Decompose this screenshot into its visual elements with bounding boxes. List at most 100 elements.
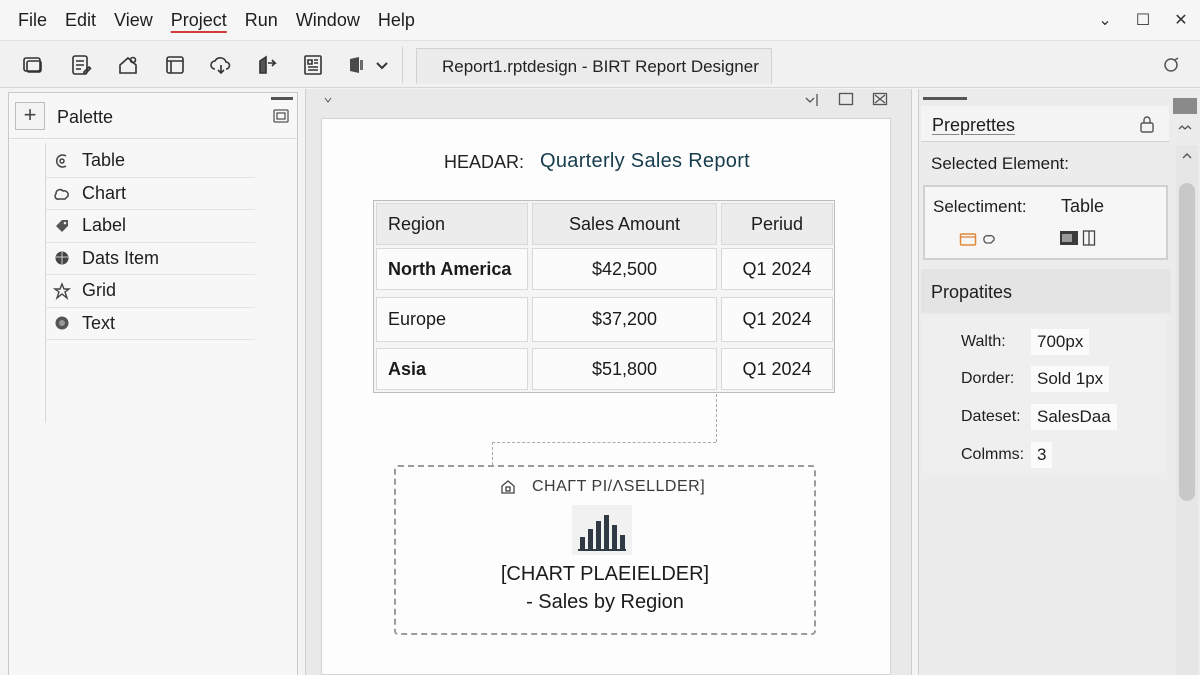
data-item-icon [55, 251, 69, 265]
editor-close-icon[interactable] [872, 92, 888, 106]
selected-element-label: Selected Element: [931, 154, 1069, 173]
table-cell[interactable]: North America [376, 248, 528, 290]
palette-item-label: Chart [82, 182, 127, 203]
property-key: Walth: [961, 333, 1006, 350]
menu-run[interactable]: Run [236, 10, 287, 31]
palette-item-table[interactable]: Table [45, 145, 255, 178]
editor-collapse-icon[interactable] [804, 93, 820, 107]
menu-view[interactable]: View [105, 10, 162, 31]
cloud-icon[interactable] [206, 50, 236, 80]
menu-window[interactable]: Window [287, 10, 369, 31]
property-row: Dateset: SalesDaa [921, 402, 1167, 432]
connector-line [492, 442, 716, 443]
table-cell[interactable]: Q1 2024 [721, 297, 833, 342]
edit-doc-icon[interactable] [66, 50, 96, 80]
text-icon [55, 316, 69, 330]
table-header-cell[interactable]: Sales Amount [532, 203, 717, 245]
chart-placeholder-subtitle: - Sales by Region [526, 591, 684, 613]
data-icon[interactable] [298, 50, 328, 80]
table-cell[interactable]: $37,200 [532, 297, 717, 342]
table-cell[interactable]: Q1 2024 [721, 248, 833, 290]
table-cell[interactable]: Q1 2024 [721, 348, 833, 390]
palette-panel: + Palette Table Chart Label Dats Item Gr… [8, 92, 298, 675]
dropdown-chevron-icon[interactable] [368, 50, 396, 80]
menu-edit[interactable]: Edit [56, 10, 105, 31]
report-title[interactable]: Quarterly Sales Report [540, 150, 750, 173]
panel-drag-handle[interactable] [271, 97, 293, 100]
property-key: Dorder: [961, 370, 1015, 387]
palette-item-data-item[interactable]: Dats Item [45, 243, 255, 275]
property-value[interactable]: 700px [1031, 329, 1090, 355]
label-icon [56, 219, 68, 232]
scrollbar-thumb[interactable] [1179, 183, 1195, 501]
table-header-cell[interactable]: Region [376, 203, 528, 245]
save-icon[interactable] [113, 50, 143, 80]
properties-scrollbar[interactable] [1176, 145, 1198, 675]
chart-tag-icon [501, 480, 515, 494]
palette-item-label: Table [82, 150, 126, 171]
editor-tab[interactable]: Report1.rptdesign - BIRT Report Designer [416, 48, 772, 84]
editor-maximize-icon[interactable] [838, 92, 854, 106]
properties-header: Preprettes [921, 106, 1169, 142]
toolbar: Report1.rptdesign - BIRT Report Designer [0, 40, 1200, 88]
properties-title[interactable]: Preprettes [932, 115, 1015, 136]
palette-item-label[interactable]: Label [45, 210, 255, 243]
properties-section-header: Propatites [921, 269, 1171, 313]
table-cell[interactable]: Asia [376, 348, 528, 390]
link-icon[interactable] [981, 231, 999, 247]
palette-title: Palette [57, 107, 114, 127]
search-icon[interactable] [1162, 55, 1182, 75]
palette-item-label: Text [82, 312, 116, 333]
report-table[interactable]: Region Sales Amount Periud North America… [373, 200, 835, 393]
property-value[interactable]: Sold 1px [1031, 366, 1110, 392]
menu-project[interactable]: Project [162, 10, 236, 31]
property-key: Dateset: [961, 408, 1021, 425]
property-value[interactable]: 3 [1031, 442, 1053, 468]
maximize-button[interactable]: ☐ [1124, 10, 1162, 30]
minimize-button[interactable]: ⌄ [1086, 10, 1124, 30]
palette-item-label: Label [82, 215, 127, 236]
editor-menu-icon[interactable] [324, 96, 332, 104]
palette-item-text[interactable]: Text [45, 308, 255, 340]
new-report-icon[interactable] [18, 50, 48, 80]
table-cell[interactable]: $51,800 [532, 348, 717, 390]
chart-placeholder[interactable]: CHAΓT ΡΙ/ΛSELLDER] [CHART PLAEIELDER] - … [394, 465, 816, 635]
add-button[interactable]: + [15, 102, 45, 130]
report-editor: HEADAR: Quarterly Sales Report Region Sa… [305, 89, 912, 675]
columns-icon[interactable] [1082, 229, 1096, 247]
report-canvas[interactable]: HEADAR: Quarterly Sales Report Region Sa… [321, 118, 891, 675]
chart-placeholder-tag: CHAΓT ΡΙ/ΛSELLDER] [532, 478, 706, 495]
panel-drag-handle[interactable] [923, 97, 967, 100]
palette-item-chart[interactable]: Chart [45, 178, 255, 210]
property-key: Colmms: [961, 446, 1025, 463]
selection-box: Selectiment: Table [923, 185, 1168, 260]
property-value[interactable]: SalesDaa [1031, 404, 1117, 430]
properties-panel: Preprettes Selected Element: Selectiment… [918, 89, 1200, 675]
close-button[interactable]: ✕ [1162, 10, 1200, 30]
table-cell[interactable]: Europe [376, 297, 528, 342]
table-header-cell[interactable]: Periud [721, 203, 833, 245]
table-cell[interactable]: $42,500 [532, 248, 717, 290]
palette-item-label: Grid [82, 280, 117, 301]
folder-icon[interactable] [959, 231, 977, 247]
layout-icon[interactable] [160, 50, 190, 80]
view-menu-icon[interactable] [272, 107, 290, 125]
menu-file[interactable]: File [0, 10, 56, 31]
property-row: Dorder: Sold 1px [921, 364, 1167, 394]
property-row: Walth: 700px [921, 327, 1167, 357]
palette-header: + Palette [9, 93, 297, 139]
connector-line [716, 394, 717, 442]
editor-tab-title: Report1.rptdesign - BIRT Report Designer [442, 56, 759, 76]
panel-menu-icon[interactable] [1172, 97, 1198, 139]
scroll-up-icon[interactable] [1182, 151, 1192, 161]
lock-icon[interactable] [1139, 115, 1155, 133]
properties-section-title: Propatites [931, 282, 1013, 302]
menu-help[interactable]: Help [369, 10, 424, 31]
export-icon[interactable] [252, 50, 282, 80]
table-view-icon[interactable] [1059, 229, 1079, 247]
connector-line [492, 442, 493, 465]
palette-item-grid[interactable]: Grid [45, 275, 255, 308]
window-controls: ⌄ ☐ ✕ [1086, 0, 1200, 40]
bar-chart-icon [572, 505, 632, 555]
selection-key: Selectiment: [933, 197, 1027, 216]
